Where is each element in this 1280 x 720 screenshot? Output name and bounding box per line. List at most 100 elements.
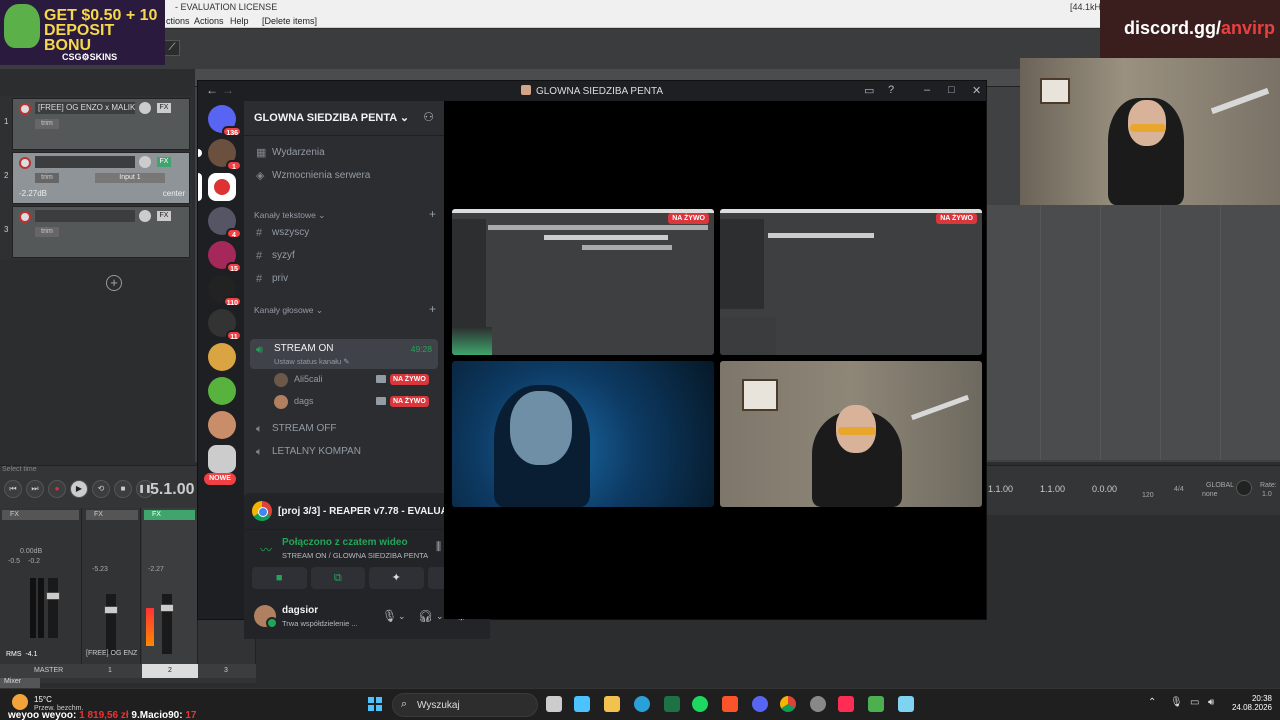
mixer-tab[interactable]: Mixer — [0, 678, 40, 688]
file-explorer-icon[interactable] — [604, 696, 620, 712]
menu-help[interactable]: Help — [230, 16, 249, 26]
server-icon[interactable] — [208, 377, 236, 405]
metronome-icon[interactable]: ⟋ — [164, 40, 180, 56]
server-icon[interactable]: 1 — [198, 139, 242, 171]
fader[interactable] — [160, 604, 174, 612]
server-icon[interactable] — [208, 445, 236, 473]
channel-status[interactable]: Ustaw status kanału ✎ — [274, 357, 350, 366]
edge-icon[interactable] — [634, 696, 650, 712]
chrome-icon[interactable] — [780, 696, 796, 712]
tiktok-icon[interactable] — [838, 696, 854, 712]
new-servers-badge[interactable]: NOWE — [204, 473, 236, 485]
input-select[interactable]: Input 1 — [95, 173, 165, 183]
app-icon[interactable] — [868, 696, 884, 712]
brave-icon[interactable] — [722, 696, 738, 712]
user-avatar[interactable] — [254, 605, 278, 629]
boosts-item[interactable]: ◈ Wzmocnienia serwera — [252, 166, 436, 186]
help-icon[interactable]: ? — [888, 84, 894, 96]
server-icon[interactable]: 110 — [208, 275, 242, 307]
screen-share-button[interactable]: ⧉ — [310, 567, 365, 589]
fx-slot[interactable]: FX — [144, 510, 195, 520]
record-arm-button[interactable] — [19, 211, 31, 223]
voice-channel-stream-on[interactable]: 🔊︎ STREAM ON Ustaw status kanału ✎ 49:28 — [250, 339, 438, 369]
track-3[interactable]: 3 FX trim — [4, 206, 190, 258]
fx-button[interactable]: FX — [157, 103, 171, 113]
fx-slot[interactable]: FX — [86, 510, 138, 520]
track-name[interactable] — [35, 210, 135, 222]
volume-knob[interactable] — [139, 156, 151, 168]
activities-button[interactable]: ✦ — [369, 567, 424, 589]
strip-number[interactable]: 1 — [108, 667, 112, 674]
time-signature[interactable]: 4/4 — [1174, 486, 1184, 493]
voice-location[interactable]: STREAM ON / GLOWNA SIEDZIBA PENTA — [282, 551, 428, 560]
channel-syzyf[interactable]: # syzyf — [252, 246, 436, 266]
master-fader[interactable] — [46, 592, 60, 600]
record-button[interactable]: ● — [48, 480, 66, 498]
chevron-down-icon[interactable]: ⌄ — [398, 611, 406, 622]
stop-button[interactable]: ■ — [114, 480, 132, 498]
network-icon[interactable]: ▭ — [1190, 697, 1199, 708]
fx-button[interactable]: FX — [157, 157, 171, 167]
channel-wszyscy[interactable]: # wszyscy — [252, 223, 436, 243]
store-icon[interactable] — [574, 696, 590, 712]
spotify-icon[interactable] — [692, 696, 708, 712]
volume-knob[interactable] — [139, 102, 151, 114]
events-item[interactable]: ▦ Wydarzenia — [252, 143, 436, 163]
notepad-icon[interactable] — [898, 696, 914, 712]
volume-icon[interactable]: 🔊︎ — [1208, 697, 1214, 708]
bpm-display[interactable]: 120 — [1142, 492, 1154, 499]
fx-button[interactable]: FX — [157, 211, 171, 221]
menu-item[interactable]: ctions — [166, 16, 190, 26]
stream-tile[interactable]: NA ŻYWO — [452, 209, 714, 355]
text-category[interactable]: Kanały tekstowe ⌄ — [254, 210, 325, 221]
stream-tile[interactable]: NA ŻYWO — [720, 209, 982, 355]
voice-user[interactable]: dags NA ŻYWO — [274, 393, 440, 411]
weather-icon[interactable] — [12, 694, 28, 710]
play-button[interactable]: ▶ — [70, 480, 88, 498]
menu-delete-items[interactable]: [Delete items] — [262, 16, 317, 26]
obs-icon[interactable] — [810, 696, 826, 712]
trim-button[interactable]: trim — [35, 173, 59, 183]
add-track-button[interactable]: + — [106, 275, 122, 291]
temperature[interactable]: 15°C — [34, 695, 52, 704]
minimize-icon[interactable]: – — [924, 84, 930, 96]
skip-forward-icon[interactable]: ⏭ — [26, 480, 44, 498]
fx-slot[interactable]: FX — [2, 510, 79, 520]
server-icon[interactable] — [208, 343, 236, 371]
camera-tile[interactable] — [452, 361, 714, 507]
server-icon[interactable]: 11 — [208, 309, 242, 341]
strip-number-selected[interactable]: 2 — [142, 664, 198, 678]
discord-home-icon[interactable]: 136 — [208, 105, 242, 137]
server-name-header[interactable]: GLOWNA SIEDZIBA PENTA ⌄ — [254, 111, 409, 124]
clock[interactable]: 20:38 24.08.2026 — [1228, 694, 1272, 712]
voice-channel-stream-off[interactable]: 🔈︎ STREAM OFF — [252, 419, 436, 439]
taskbar-search[interactable]: ⌕ Wyszukaj — [392, 693, 538, 717]
strip-number[interactable]: 3 — [224, 667, 228, 674]
signal-icon[interactable]: 〰 — [260, 541, 272, 558]
server-icon[interactable] — [208, 411, 236, 439]
track-1[interactable]: 1 [FREE] OG ENZO x MALIK FX trim — [4, 98, 190, 150]
close-icon[interactable]: ✕ — [972, 84, 981, 97]
server-icon[interactable]: 15 — [208, 241, 242, 273]
voice-connected-status[interactable]: Połączono z czatem wideo — [282, 537, 408, 548]
fader[interactable] — [104, 606, 118, 614]
discord-icon[interactable] — [752, 696, 768, 712]
volume-knob[interactable] — [139, 210, 151, 222]
maximize-icon[interactable]: □ — [948, 84, 955, 96]
track-name[interactable] — [35, 156, 135, 168]
trim-button[interactable]: trim — [35, 119, 59, 129]
server-icon[interactable]: 4 — [208, 207, 242, 239]
excel-icon[interactable] — [664, 696, 680, 712]
noise-suppression-icon[interactable]: ⫼ — [436, 541, 441, 554]
windows-start-icon[interactable] — [368, 697, 382, 711]
invite-icon[interactable]: ⚇ — [423, 110, 434, 124]
tray-overflow-icon[interactable]: ⌃ — [1148, 697, 1156, 708]
microphone-icon[interactable]: 🎙︎ — [382, 609, 397, 623]
inbox-icon[interactable]: ▭ — [864, 84, 874, 97]
trim-button[interactable]: trim — [35, 227, 59, 237]
channel-priv[interactable]: # priv — [252, 269, 436, 289]
skip-back-icon[interactable]: ⏮ — [4, 480, 22, 498]
camera-tile[interactable] — [720, 361, 982, 507]
menu-actions[interactable]: Actions — [194, 16, 224, 26]
server-icon-selected[interactable] — [198, 173, 236, 201]
